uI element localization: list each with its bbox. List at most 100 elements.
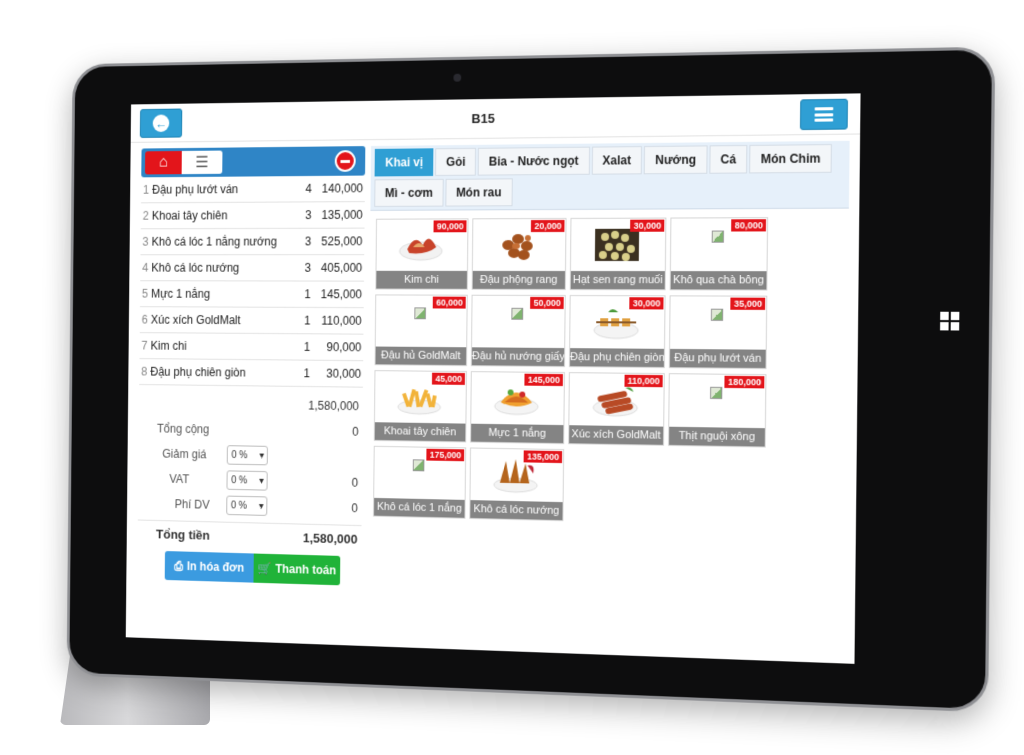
row-name: Kim chi (150, 338, 187, 353)
broken-image-icon (710, 386, 723, 400)
order-row[interactable]: 7 Kim chi 1 90,000 (139, 333, 364, 362)
price-badge: 145,000 (524, 373, 563, 387)
menu-item-card[interactable]: 175,000 Khô cá lóc 1 nắng (373, 445, 467, 519)
row-index: 4 (142, 261, 149, 275)
row-name: Đậu phụ chiên giòn (150, 364, 246, 380)
tong-cong-label: Tổng cộng (156, 421, 210, 437)
menu-item-card[interactable]: 90,000 Kim chi (375, 218, 469, 290)
home-button[interactable]: ⌂ (144, 150, 182, 175)
menu-item-card[interactable]: 35,000 Đậu phụ lướt ván (668, 295, 768, 370)
price-badge: 80,000 (731, 219, 767, 232)
item-name: Khô cá lóc 1 nắng (373, 497, 465, 518)
row-qty: 3 (304, 234, 312, 249)
food-image (593, 227, 641, 263)
order-row[interactable]: 6 Xúc xích GoldMalt 1 110,000 (139, 307, 364, 335)
category-tab[interactable]: Bia - Nước ngọt (478, 146, 590, 176)
broken-image-icon (412, 459, 425, 472)
total-row: Tổng tiền 1,580,000 (137, 519, 362, 553)
camera-icon (453, 73, 462, 82)
price-badge: 175,000 (426, 448, 465, 462)
menu-panel: Khai vị Gỏi Bia - Nước ngọt Xalat Nướng Cá Món… (366, 140, 850, 660)
item-name: Đậu hủ GoldMalt (375, 346, 467, 366)
item-name: Khoai tây chiên (374, 422, 466, 442)
menu-item-card[interactable]: 30,000 Hạt sen rang muối (569, 217, 667, 291)
food-image (396, 379, 443, 415)
subtotal-spacer (139, 403, 264, 405)
broken-image-icon (711, 230, 725, 243)
tabs-row-2: Mì - cơm Món rau (374, 176, 845, 210)
food-image (592, 304, 640, 340)
item-name: Xúc xích GoldMalt (569, 425, 664, 445)
order-row[interactable]: 5 Mực 1 nắng 1 145,000 (139, 281, 364, 309)
giam-gia-select[interactable]: 0 % ▾ (226, 445, 268, 466)
broken-image-icon (511, 307, 524, 320)
menu-item-card[interactable]: 80,000 Khô qua chà bông (669, 217, 769, 291)
item-name: Mực 1 nắng (471, 423, 564, 444)
remove-item-button[interactable] (334, 150, 356, 172)
print-invoice-button[interactable]: ⎙ In hóa đơn (164, 551, 254, 583)
total-label: Tổng tiền (155, 526, 210, 543)
item-name: Đậu hủ nướng giấy (471, 347, 565, 367)
page-title: B15 (471, 110, 495, 127)
phi-dv-select-value: 0 % (230, 500, 248, 512)
windows-logo-icon (940, 311, 960, 331)
print-label: In hóa đơn (186, 559, 245, 575)
vat-select[interactable]: 0 % ▾ (226, 470, 268, 491)
category-tab[interactable]: Xalat (591, 146, 643, 175)
list-button[interactable]: ☰ (181, 150, 223, 175)
item-name: Đậu phụ chiên giòn (569, 348, 665, 368)
category-tab[interactable]: Món rau (445, 178, 513, 207)
row-index: 7 (141, 338, 148, 353)
giam-gia-select-value: 0 % (231, 449, 248, 461)
row-qty: 1 (303, 340, 311, 354)
menu-item-card[interactable]: 30,000 Đậu phụ chiên giòn (568, 295, 666, 369)
order-row[interactable]: 4 Khô cá lóc nướng 3 405,000 (140, 255, 365, 282)
vat-select-value: 0 % (231, 474, 248, 486)
category-tab[interactable]: Cá (709, 144, 748, 174)
row-name: Khoai tây chiên (151, 208, 228, 223)
order-row[interactable]: 3 Khô cá lóc 1 nắng nướng 3 525,000 (140, 228, 365, 256)
row-price: 30,000 (326, 366, 362, 381)
order-panel: ⌂ ☰ 1 Đậu phụ lướt ván 4 140,000 2 Khoai tây … (137, 146, 366, 642)
category-tab[interactable]: Khai vị (374, 148, 434, 177)
order-row[interactable]: 1 Đậu phụ lướt ván 4 140,000 (141, 175, 366, 204)
menu-item-card[interactable]: 180,000 Thịt nguội xông (668, 373, 767, 448)
minus-icon (340, 159, 350, 163)
food-image (591, 381, 639, 418)
row-price: 140,000 (321, 181, 364, 196)
menu-item-card[interactable]: 60,000 Đậu hủ GoldMalt (374, 294, 468, 367)
row-index: 1 (142, 183, 150, 197)
menu-item-card[interactable]: 110,000 Xúc xích GoldMalt (568, 372, 665, 446)
broken-image-icon (414, 307, 426, 320)
row-price: 90,000 (326, 340, 362, 355)
row-price: 525,000 (321, 234, 363, 249)
tabs-row-1: Khai vị Gỏi Bia - Nước ngọt Xalat Nướng Cá Món… (374, 144, 846, 179)
menu-item-card[interactable]: 20,000 Đậu phộng rang (471, 217, 567, 291)
category-tab[interactable]: Mì - cơm (374, 178, 444, 207)
menu-button[interactable] (799, 98, 848, 131)
tong-cong-value: 0 (352, 424, 359, 439)
price-badge: 30,000 (629, 297, 664, 310)
row-price: 145,000 (320, 287, 363, 302)
order-row[interactable]: 2 Khoai tây chiên 3 135,000 (140, 202, 365, 230)
order-row[interactable]: 8 Đậu phụ chiên giòn 1 30,000 (139, 359, 364, 388)
row-price: 110,000 (321, 313, 362, 328)
checkout-button[interactable]: 🛒 Thanh toán (253, 553, 341, 586)
category-tab[interactable]: Món Chim (749, 144, 833, 174)
price-badge: 110,000 (624, 374, 663, 388)
menu-item-card[interactable]: 135,000 Khô cá lóc nướng (469, 447, 565, 522)
item-name: Thịt nguội xông (669, 426, 765, 447)
menu-item-card[interactable]: 45,000 Khoai tây chiên (373, 370, 467, 443)
menu-item-card[interactable]: 145,000 Mực 1 nắng (470, 371, 565, 445)
phi-dv-select[interactable]: 0 % ▾ (226, 495, 268, 516)
menu-item-card[interactable]: 50,000 Đậu hủ nướng giấy (470, 294, 566, 368)
total-value: 1,580,000 (302, 530, 358, 547)
row-index: 8 (141, 364, 148, 379)
order-list: 1 Đậu phụ lướt ván 4 140,000 2 Khoai tây chiê… (139, 175, 366, 388)
category-tab[interactable]: Gỏi (435, 147, 477, 176)
category-tabs: Khai vị Gỏi Bia - Nước ngọt Xalat Nướng Cá Món… (370, 140, 850, 211)
vat-value: 0 (351, 475, 359, 490)
dropdown-arrow-icon: ▾ (259, 475, 264, 487)
category-tab[interactable]: Nướng (643, 145, 708, 175)
item-name: Khô cá lóc nướng (470, 500, 563, 521)
